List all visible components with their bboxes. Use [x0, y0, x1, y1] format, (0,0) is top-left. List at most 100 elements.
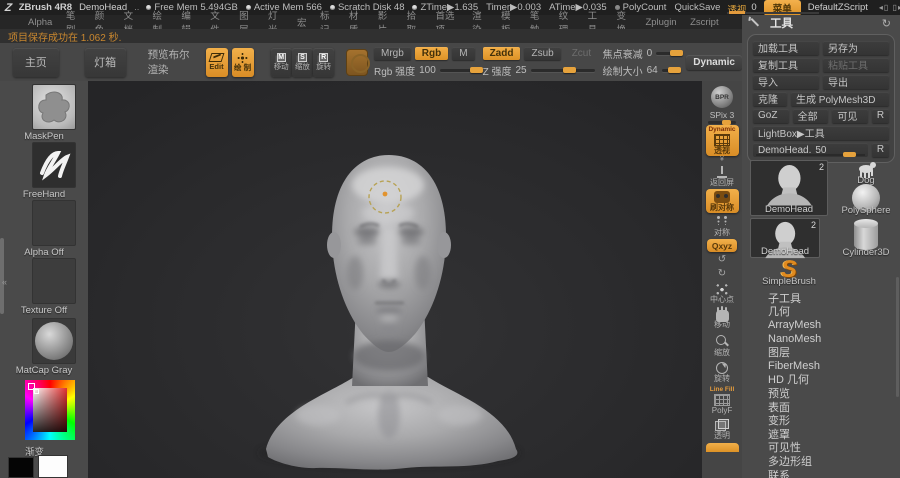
rgb-button[interactable]: Rgb [414, 47, 449, 60]
shelf-partial-button[interactable] [705, 442, 739, 452]
frame-button[interactable]: 返回屏 [706, 164, 739, 188]
tool-button-导出[interactable]: 导出 [823, 75, 889, 89]
tool-button-克隆[interactable]: 克隆 [753, 92, 787, 106]
rotate-button[interactable]: R 旋转 [313, 47, 335, 77]
scale-button[interactable]: S 缩放 [291, 47, 314, 77]
demohead-slider-knob[interactable] [842, 151, 856, 157]
app-title: ZBrush 4R8 [18, 2, 73, 13]
demohead-slider[interactable]: DemoHead. 50 [753, 143, 868, 157]
subpalette-多边形组[interactable]: 多边形组 [742, 454, 900, 468]
subpalette-arraymesh[interactable]: ArrayMesh [742, 318, 900, 332]
subpalette-表面[interactable]: 表面 [742, 400, 900, 414]
tool-button-全部[interactable]: 全部 [792, 109, 829, 123]
mirror-button-label: 对称 [714, 228, 730, 238]
collapse-chevron-icon[interactable]: « [2, 277, 7, 287]
orbit-right-button[interactable]: ↻ [712, 267, 732, 280]
mirror-button[interactable]: 对称 [706, 214, 739, 238]
center-point-button[interactable]: 中心点 [706, 281, 739, 305]
draw-size-knob[interactable] [667, 67, 681, 73]
tool-palette-header[interactable]: 工具 ↻ [742, 15, 900, 31]
sv-selector-icon[interactable] [34, 389, 39, 394]
subpalette-nanomesh[interactable]: NanoMesh [742, 332, 900, 346]
rgb-intensity-knob[interactable] [470, 67, 484, 73]
secondary-color-swatch[interactable] [8, 457, 34, 478]
zoom-button[interactable]: 缩放 [706, 332, 739, 358]
perspective-slider[interactable]: 透视 0 [727, 2, 820, 16]
zsub-button[interactable]: Zsub [524, 47, 561, 60]
sidebar-thumb-maskpen[interactable] [32, 84, 76, 130]
home-button[interactable]: 主页 [13, 47, 59, 77]
transparent-button[interactable]: 透明 [706, 417, 739, 441]
demohead-r-button[interactable]: R [872, 143, 889, 157]
menu-item-zscript[interactable]: Zscript [690, 17, 719, 28]
draw-button[interactable]: 绘 制 [231, 47, 254, 77]
lightbox-button[interactable]: 灯箱 [84, 47, 126, 77]
symmetry-button[interactable]: 刷对称 [705, 188, 739, 214]
tool-thumb-demohead[interactable]: 2 DemoHead [750, 160, 828, 216]
menu-item-宏[interactable]: 宏 [297, 15, 307, 29]
rgb-intensity-slider[interactable] [439, 67, 484, 73]
subpalette-预览[interactable]: 预览 [742, 386, 900, 400]
bpr-render-button[interactable]: BPR [706, 84, 739, 109]
draw-size-slider[interactable] [661, 67, 682, 73]
primary-color-swatch[interactable] [38, 455, 68, 478]
z-intensity-knob[interactable] [562, 67, 576, 73]
m-button[interactable]: M [452, 47, 475, 60]
preview-boolean-button[interactable]: 预览布尔渲染 [148, 47, 200, 77]
pan-button[interactable]: 移动 [706, 306, 739, 330]
tool-button-r[interactable]: R [872, 109, 890, 123]
focal-shift-knob[interactable] [669, 50, 683, 56]
tool-button-复制工具[interactable]: 复制工具 [753, 58, 819, 72]
sidebar-thumb-empty[interactable] [32, 258, 76, 304]
spix-track[interactable] [708, 120, 736, 125]
move-button[interactable]: M 移动 [270, 47, 292, 77]
tool-button-另存为[interactable]: 另存为 [823, 41, 889, 55]
tutorial-scrub-icon[interactable]: ◂▯ ▯▸ [879, 3, 900, 12]
tool-button-可见[interactable]: 可见 [832, 109, 869, 123]
z-intensity-slider[interactable] [530, 67, 595, 73]
menu-item-alpha[interactable]: Alpha [28, 17, 52, 28]
tool-button-lightbox-工具[interactable]: LightBox▶工具 [753, 126, 889, 140]
edit-button[interactable]: Edit [205, 47, 228, 77]
tool-button-goz[interactable]: GoZ [753, 109, 789, 123]
tool-button-导入[interactable]: 导入 [753, 75, 819, 89]
subpalette-联系[interactable]: 联系 [742, 468, 900, 478]
menu-item-zplugin[interactable]: Zplugin [645, 17, 676, 28]
qxyz-button[interactable]: Qxyz [707, 239, 737, 253]
perspective-button[interactable]: Dynamic 透视 [705, 125, 739, 156]
tool-thumb-simplebrush[interactable]: S SimpleBrush [750, 257, 828, 287]
restore-panel-icon[interactable]: ↻ [882, 17, 891, 30]
rotate-canvas-button[interactable]: 旋转 [706, 359, 739, 384]
tool-button-生成-polymesh3d[interactable]: 生成 PolyMesh3D [791, 92, 889, 106]
panel-scrollbar[interactable] [896, 277, 899, 397]
subpalette-变形[interactable]: 变形 [742, 413, 900, 427]
dynamic-button[interactable]: Dynamic [686, 54, 742, 70]
sidebar-thumb-freehand[interactable] [32, 142, 76, 188]
tool-thumb-demohead[interactable]: 2 DemoHead [750, 218, 820, 258]
zadd-button[interactable]: Zadd [482, 47, 521, 60]
zcut-button[interactable]: Zcut [565, 47, 598, 60]
subpalette-hd-几何[interactable]: HD 几何 [742, 373, 900, 386]
tool-thumb-cylinder3d[interactable]: Cylinder3D [837, 218, 895, 258]
spix-slider[interactable]: SPix 3 [705, 110, 739, 125]
tool-thumb-dog[interactable]: Dog [837, 160, 895, 186]
subpalette-可见性[interactable]: 可见性 [742, 441, 900, 454]
current-brush-well[interactable] [346, 48, 370, 76]
subpalette-几何[interactable]: 几何 [742, 305, 900, 318]
spix-knob[interactable] [722, 120, 731, 125]
sidebar-thumb-matcap[interactable] [32, 318, 76, 364]
tool-button-加载工具[interactable]: 加载工具 [753, 41, 819, 55]
subpalette-fibermesh[interactable]: FiberMesh [742, 359, 900, 373]
color-picker[interactable] [25, 380, 75, 440]
focal-shift-slider[interactable] [656, 50, 683, 56]
polyframe-button[interactable]: Line Fill PolyF [706, 385, 739, 416]
sidebar-thumb-empty[interactable] [32, 200, 76, 246]
saturation-value-square[interactable] [33, 388, 67, 432]
subpalette-遮罩[interactable]: 遮罩 [742, 427, 900, 441]
subpalette-图层[interactable]: 图层 [742, 345, 900, 359]
tool-thumb-polysphere[interactable]: PolySphere [837, 184, 895, 216]
document-canvas[interactable] [88, 81, 702, 478]
orbit-left-button[interactable]: ↺ [712, 253, 732, 266]
mrgb-button[interactable]: Mrgb [373, 47, 411, 60]
subpalette-子工具[interactable]: 子工具 [742, 291, 900, 305]
